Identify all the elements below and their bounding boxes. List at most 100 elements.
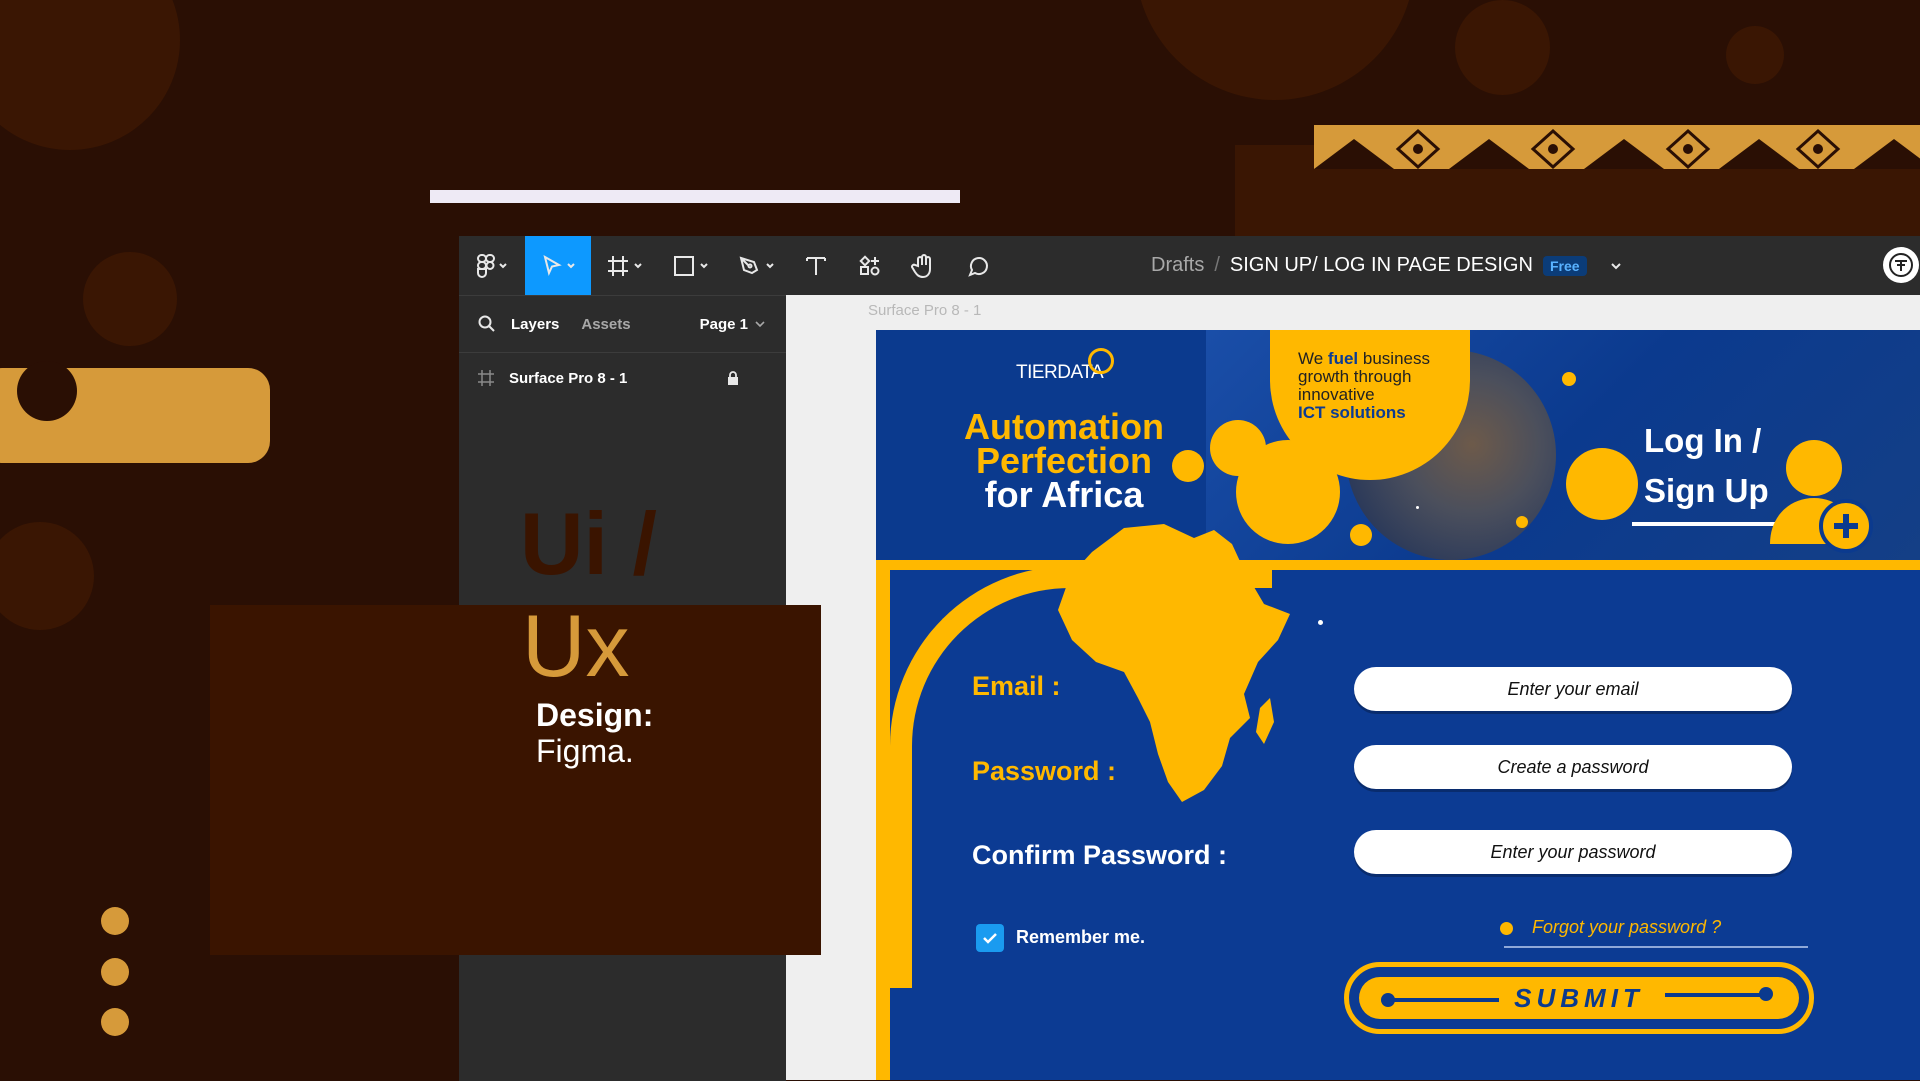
hand-tool-button[interactable] — [897, 236, 951, 295]
breadcrumb-drafts[interactable]: Drafts — [1151, 254, 1204, 277]
bg-circle — [0, 0, 180, 150]
search-icon[interactable] — [477, 314, 497, 334]
tab-assets[interactable]: Assets — [581, 316, 630, 333]
user-add-icon — [1770, 440, 1873, 553]
bubble-decor — [1516, 516, 1528, 528]
bg-circle — [1726, 26, 1784, 84]
avatar-icon — [1889, 253, 1913, 277]
login-title-underline — [1632, 522, 1782, 526]
frame-tool-button[interactable] — [591, 236, 657, 295]
tagline-we: We — [1298, 349, 1328, 368]
confirm-password-field[interactable]: Enter your password — [1354, 830, 1792, 874]
shape-tool-button[interactable] — [657, 236, 723, 295]
login-title-line2: Sign Up — [1644, 472, 1769, 509]
tagline-business: business — [1358, 349, 1430, 368]
bg-circle — [0, 522, 94, 630]
frame-label[interactable]: Surface Pro 8 - 1 — [868, 302, 981, 319]
chevron-down-icon[interactable] — [1609, 259, 1623, 273]
overlay-title-line1: Ui / — [520, 494, 657, 593]
tagline-fuel: fuel — [1327, 349, 1359, 368]
chevron-down-icon — [567, 262, 575, 268]
yellow-wave — [876, 560, 890, 1080]
frame-tool-icon — [608, 255, 628, 276]
chevron-down-icon[interactable] — [754, 318, 766, 330]
design-frame[interactable]: TIERDATA Automation Perfection for Afric… — [876, 330, 1920, 1080]
page-selector[interactable]: Page 1 — [700, 316, 748, 333]
headline-line2: Perfection — [975, 440, 1153, 481]
gold-dot — [101, 907, 129, 935]
email-field[interactable]: Enter your email — [1354, 667, 1792, 711]
bubble-decor — [1350, 524, 1372, 546]
breadcrumb-separator: / — [1214, 254, 1220, 276]
frame-layer-icon — [478, 370, 494, 386]
remember-label: Remember me. — [1016, 927, 1146, 947]
overlay-design-label: Design: — [536, 697, 654, 733]
main-menu-button[interactable] — [459, 236, 525, 295]
move-tool-icon — [543, 254, 562, 276]
chevron-down-icon — [766, 262, 774, 268]
pill-dot — [17, 361, 77, 421]
chevron-down-icon — [700, 262, 708, 268]
layer-item-surface-pro[interactable]: Surface Pro 8 - 1 — [459, 353, 786, 403]
remember-checkbox[interactable] — [976, 924, 1004, 952]
resources-icon — [859, 254, 880, 275]
tagline-ict: ICT solutions — [1298, 403, 1406, 422]
bubble-decor — [1562, 372, 1576, 386]
lock-icon[interactable] — [726, 370, 740, 386]
gold-dot — [101, 958, 129, 986]
layer-name: Surface Pro 8 - 1 — [509, 369, 628, 387]
white-bar — [430, 190, 960, 203]
pen-tool-button[interactable] — [723, 236, 789, 295]
login-title: Log In / Sign Up — [1644, 416, 1769, 516]
login-title-line1: Log In / — [1644, 422, 1762, 459]
forgot-underline — [1504, 946, 1808, 948]
star-dot — [1318, 620, 1323, 625]
checkbox-icon — [983, 933, 997, 944]
tagline: We fuel business growth through innovati… — [1298, 350, 1468, 422]
resources-button[interactable] — [843, 236, 897, 295]
submit-label: SUBMIT — [1514, 982, 1644, 1013]
overlay-card — [210, 605, 821, 955]
african-pattern-strip — [1314, 125, 1920, 169]
overlay-design-tool: Figma. — [536, 733, 634, 769]
bg-circle — [1135, 0, 1415, 100]
password-label: Password : — [972, 756, 1117, 786]
bubble-decor — [1566, 448, 1638, 520]
tagline-line3: innovative — [1298, 385, 1375, 404]
pen-tool-icon — [739, 256, 759, 274]
brand-logo-mark — [1088, 348, 1114, 374]
bg-circle — [1455, 0, 1550, 95]
email-label: Email : — [972, 671, 1061, 701]
password-field[interactable]: Create a password — [1354, 745, 1792, 789]
comment-tool-button[interactable] — [951, 236, 1005, 295]
hand-tool-icon — [911, 253, 931, 278]
tab-layers[interactable]: Layers — [511, 316, 559, 333]
text-tool-icon — [806, 256, 826, 275]
panel-tabs: Layers Assets Page 1 — [459, 296, 786, 353]
figma-toolbar: Drafts / SIGN UP/ LOG IN PAGE DESIGN Fre… — [459, 236, 1920, 295]
submit-button[interactable]: SUBMIT — [1344, 962, 1814, 1034]
hero-banner: TIERDATA Automation Perfection for Afric… — [876, 330, 1920, 564]
forgot-password-link[interactable]: Forgot your password ? — [1532, 917, 1721, 938]
headline-line1: Automation — [964, 406, 1164, 447]
headline-line3: for Africa — [984, 474, 1144, 515]
move-tool-button[interactable] — [525, 236, 591, 295]
tagline-line2: growth through — [1298, 367, 1412, 386]
figma-menu-icon — [477, 253, 495, 278]
overlay-title-line2: Ux — [522, 596, 630, 695]
chevron-down-icon — [634, 262, 642, 268]
comment-icon — [968, 256, 988, 277]
gold-dot — [101, 1008, 129, 1036]
bg-circle — [83, 252, 177, 346]
confirm-password-label: Confirm Password : — [972, 840, 1228, 870]
shape-tool-icon — [674, 255, 694, 276]
chevron-down-icon — [499, 262, 507, 268]
plan-badge[interactable]: Free — [1542, 255, 1587, 276]
star-dot — [1416, 506, 1419, 509]
file-name[interactable]: SIGN UP/ LOG IN PAGE DESIGN — [1230, 254, 1533, 277]
text-tool-button[interactable] — [789, 236, 843, 295]
bubble-decor — [1172, 450, 1204, 482]
breadcrumb: Drafts / SIGN UP/ LOG IN PAGE DESIGN Fre… — [1151, 236, 1623, 295]
headline: Automation Perfection for Africa — [944, 406, 1184, 515]
avatar[interactable] — [1883, 247, 1919, 283]
